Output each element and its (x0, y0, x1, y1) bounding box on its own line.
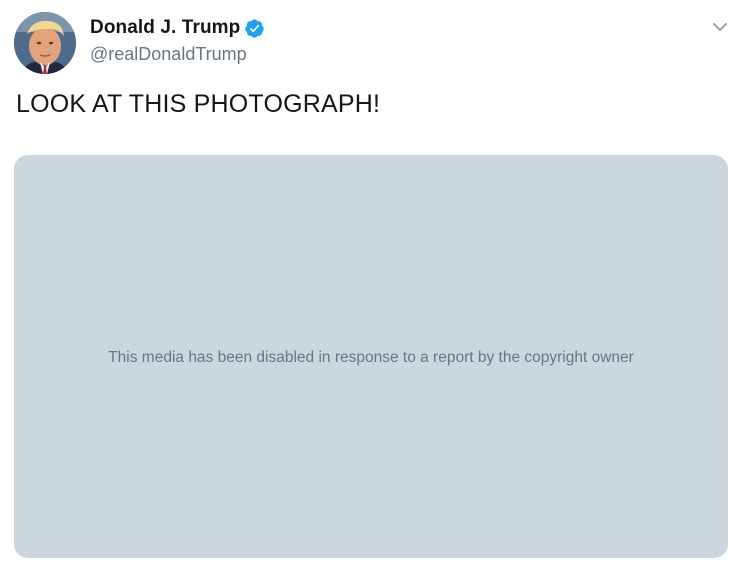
media-disabled-notice: This media has been disabled in response… (108, 348, 634, 366)
author-names: Donald J. Trump @realDonaldTrump (90, 15, 265, 65)
tweet-card: Donald J. Trump @realDonaldTrump LOOK AT… (0, 0, 745, 576)
chevron-down-icon[interactable] (709, 16, 731, 38)
display-name-row: Donald J. Trump (90, 15, 265, 41)
avatar[interactable] (14, 12, 76, 74)
tweet-text: LOOK AT THIS PHOTOGRAPH! (16, 90, 381, 118)
display-name[interactable]: Donald J. Trump (90, 17, 240, 39)
author-handle[interactable]: @realDonaldTrump (90, 44, 265, 65)
media-placeholder[interactable]: This media has been disabled in response… (14, 155, 728, 558)
avatar-image (14, 12, 76, 74)
tweet-header: Donald J. Trump @realDonaldTrump (14, 12, 731, 74)
verified-badge-icon (244, 18, 265, 39)
